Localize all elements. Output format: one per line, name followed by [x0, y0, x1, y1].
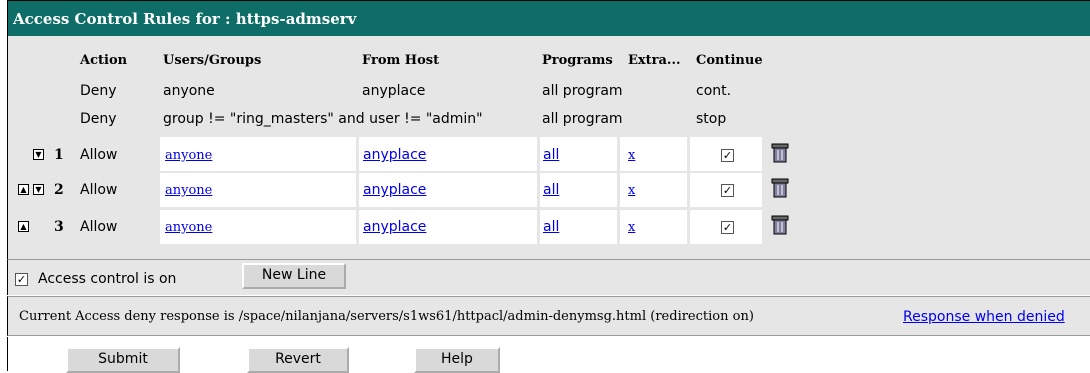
- rule-users-link[interactable]: anyone: [165, 183, 212, 198]
- deny-response-text: Current Access deny response is /space/n…: [19, 309, 754, 324]
- rule-extra-link[interactable]: x: [628, 220, 635, 235]
- static-rule-1-users: anyone: [163, 83, 215, 99]
- column-header-from-host: From Host: [362, 53, 440, 68]
- rule-programs-link[interactable]: all: [543, 219, 559, 235]
- static-rule-2-action: Deny: [80, 111, 117, 127]
- move-down-arrow-icon[interactable]: ▼: [33, 149, 44, 160]
- column-header-extra: Extra...: [628, 53, 681, 68]
- column-header-action: Action: [80, 53, 128, 68]
- move-down-arrow-icon[interactable]: ▼: [33, 184, 44, 195]
- rule-host-link[interactable]: anyplace: [363, 182, 426, 198]
- rule-users-link[interactable]: anyone: [165, 148, 212, 163]
- static-rule-1-host: anyplace: [362, 83, 426, 99]
- new-line-button[interactable]: New Line: [242, 263, 346, 289]
- rules-panel: Action Users/Groups From Host Programs E…: [7, 36, 1090, 259]
- rule-programs-link[interactable]: all: [543, 147, 559, 163]
- static-rule-2-continue: stop: [696, 111, 727, 127]
- static-rule-2-programs: all program: [542, 111, 623, 127]
- static-rule-1-continue: cont.: [696, 83, 732, 99]
- static-rule-2-users: group != "ring_masters" and user != "adm…: [163, 111, 483, 127]
- static-rule-1-programs: all program: [542, 83, 623, 99]
- access-control-bar: ✓ Access control is on New Line: [7, 259, 1090, 295]
- rule-host-link[interactable]: anyplace: [363, 219, 426, 235]
- help-button[interactable]: Help: [414, 347, 500, 373]
- continue-checkbox[interactable]: ✓: [721, 221, 734, 234]
- column-header-users-groups: Users/Groups: [163, 53, 262, 68]
- continue-checkbox[interactable]: ✓: [721, 184, 734, 197]
- rule-action: Allow: [80, 182, 118, 198]
- rule-host-link[interactable]: anyplace: [363, 147, 426, 163]
- rule-number: 1: [54, 147, 64, 163]
- column-header-continue: Continue: [696, 53, 763, 68]
- page-title: Access Control Rules for : https-admserv: [7, 0, 1090, 36]
- rule-action: Allow: [80, 147, 118, 163]
- rule-number: 3: [54, 219, 64, 235]
- column-header-programs: Programs: [542, 53, 613, 68]
- rule-action: Allow: [80, 219, 118, 235]
- trash-icon[interactable]: [770, 214, 790, 236]
- access-control-checkbox[interactable]: ✓: [15, 273, 28, 286]
- access-control-label: Access control is on: [38, 271, 177, 287]
- move-up-arrow-icon[interactable]: ▲: [18, 221, 29, 232]
- trash-icon[interactable]: [770, 142, 790, 164]
- revert-button[interactable]: Revert: [247, 347, 349, 373]
- footer: Submit Revert Help: [7, 337, 1090, 373]
- acl-editor: Access Control Rules for : https-admserv…: [7, 0, 1090, 373]
- static-rule-1-action: Deny: [80, 83, 117, 99]
- response-when-denied-link[interactable]: Response when denied: [903, 309, 1065, 325]
- trash-icon[interactable]: [770, 177, 790, 199]
- rule-number: 2: [54, 182, 64, 198]
- rule-users-link[interactable]: anyone: [165, 220, 212, 235]
- rule-programs-link[interactable]: all: [543, 182, 559, 198]
- rule-extra-link[interactable]: x: [628, 148, 635, 163]
- deny-response-bar: Current Access deny response is /space/n…: [7, 296, 1090, 336]
- continue-checkbox[interactable]: ✓: [721, 149, 734, 162]
- rule-extra-link[interactable]: x: [628, 183, 635, 198]
- move-up-arrow-icon[interactable]: ▲: [18, 184, 29, 195]
- submit-button[interactable]: Submit: [66, 347, 180, 373]
